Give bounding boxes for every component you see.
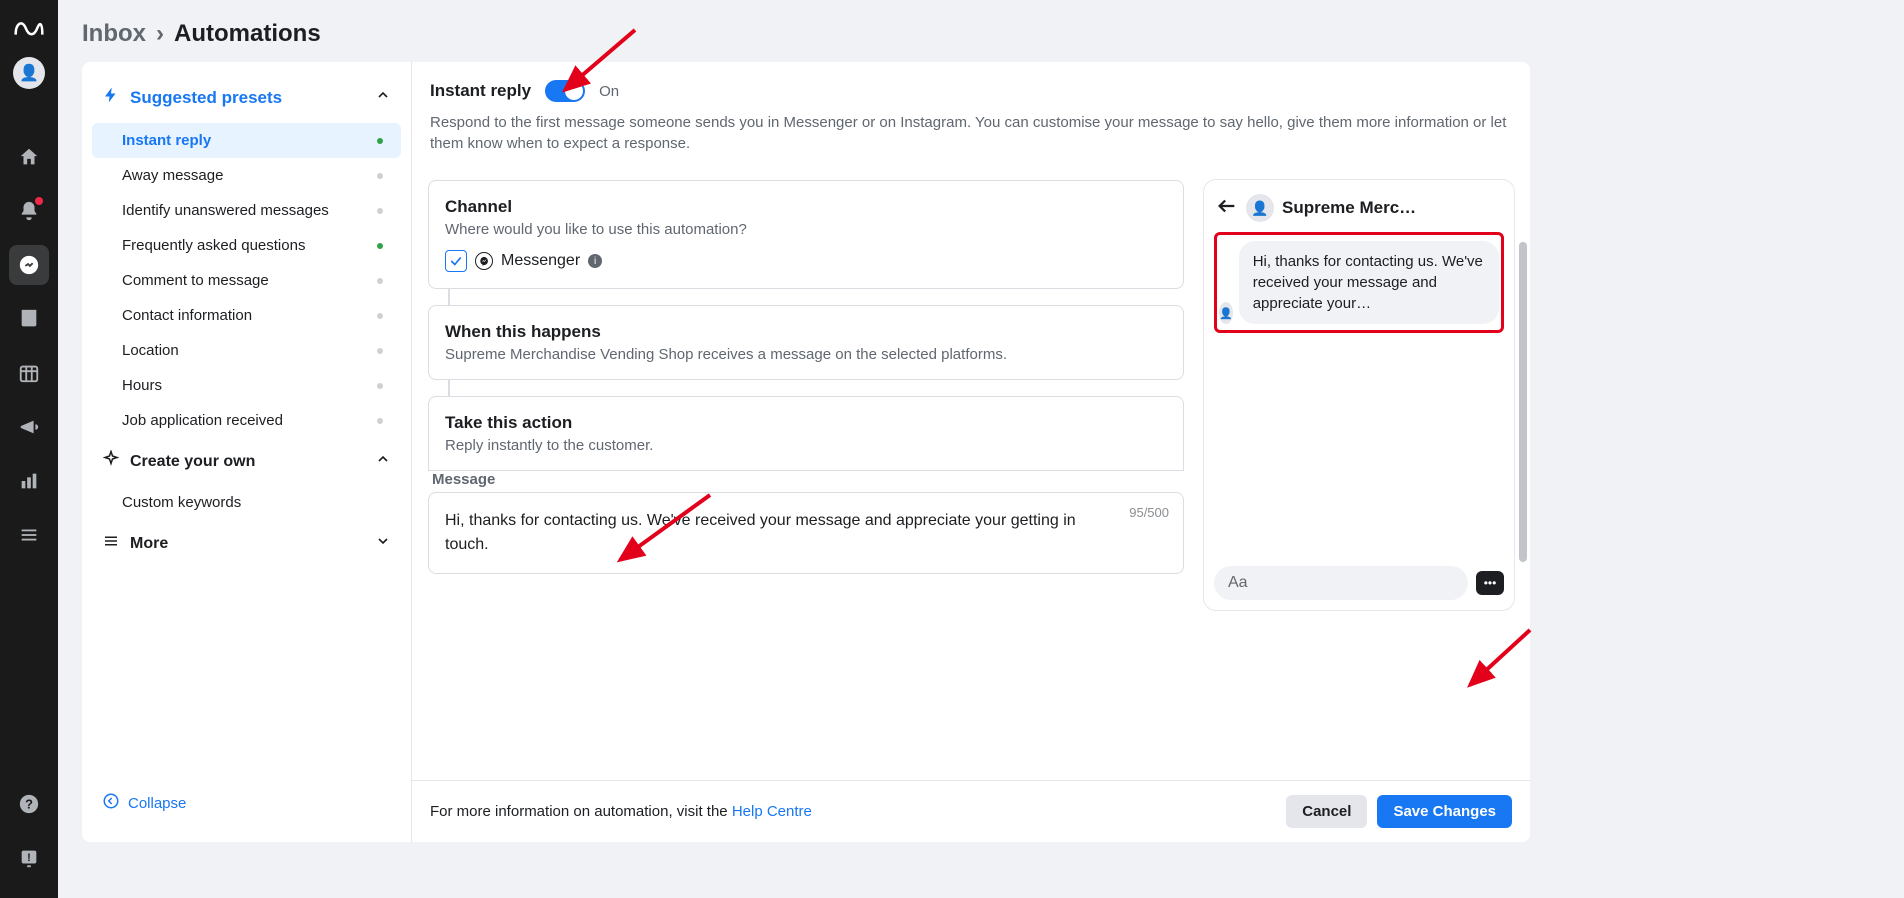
channel-card: Channel Where would you like to use this… <box>428 180 1184 289</box>
create-your-own-header[interactable]: Create your own <box>92 438 401 485</box>
collapse-button[interactable]: Collapse <box>92 782 401 824</box>
status-dot <box>377 313 383 319</box>
messenger-checkbox[interactable] <box>445 250 467 272</box>
inbox-icon[interactable] <box>9 245 49 285</box>
breadcrumb-parent[interactable]: Inbox <box>82 20 146 48</box>
preset-item-instant-reply[interactable]: Instant reply <box>92 123 401 158</box>
save-changes-button[interactable]: Save Changes <box>1377 795 1512 828</box>
calendar-icon[interactable] <box>9 353 49 393</box>
ads-icon[interactable] <box>9 407 49 447</box>
left-rail: 👤 ? ! <box>0 0 58 898</box>
preview-avatar: 👤 <box>1246 194 1274 222</box>
report-icon[interactable]: ! <box>9 838 49 878</box>
channel-label: Messenger <box>501 252 580 270</box>
back-arrow-icon[interactable] <box>1216 195 1238 222</box>
preset-sidebar: Suggested presets Instant replyAway mess… <box>82 62 412 842</box>
status-dot <box>377 348 383 354</box>
svg-text:?: ? <box>25 797 33 812</box>
status-dot <box>377 418 383 424</box>
custom-keywords-item[interactable]: Custom keywords <box>92 485 401 520</box>
preset-item-contact-information[interactable]: Contact information <box>92 298 401 333</box>
insights-icon[interactable] <box>9 461 49 501</box>
info-icon[interactable]: i <box>588 254 602 268</box>
config-description: Respond to the first message someone sen… <box>430 112 1512 154</box>
when-card: When this happens Supreme Merchandise Ve… <box>428 305 1184 380</box>
preset-item-identify-unanswered-messages[interactable]: Identify unanswered messages <box>92 193 401 228</box>
config-title: Instant reply <box>430 81 531 101</box>
toggle-state-label: On <box>599 83 619 100</box>
messenger-icon <box>475 252 493 270</box>
preset-item-hours[interactable]: Hours <box>92 368 401 403</box>
char-counter: 95/500 <box>1129 505 1169 520</box>
message-label: Message <box>432 471 1184 488</box>
preset-item-frequently-asked-questions[interactable]: Frequently asked questions <box>92 228 401 263</box>
send-icon: ••• <box>1476 571 1504 595</box>
collapse-icon <box>102 792 120 814</box>
footer-text: For more information on automation, visi… <box>430 803 812 820</box>
list-icon <box>102 532 120 555</box>
status-dot <box>377 208 383 214</box>
message-input[interactable]: Hi, thanks for contacting us. We've rece… <box>441 505 1171 561</box>
chevron-up-icon <box>375 87 391 108</box>
breadcrumb: Inbox › Automations <box>58 0 1554 62</box>
status-dot <box>377 243 383 249</box>
chevron-down-icon <box>375 533 391 554</box>
status-dot <box>377 278 383 284</box>
preset-item-location[interactable]: Location <box>92 333 401 368</box>
chat-preview: 👤 Supreme Merc… 👤 Hi, thanks for contact… <box>1204 180 1514 610</box>
user-avatar[interactable]: 👤 <box>13 57 45 89</box>
svg-text:!: ! <box>27 852 31 864</box>
home-icon[interactable] <box>9 137 49 177</box>
status-dot <box>377 173 383 179</box>
menu-icon[interactable] <box>9 515 49 555</box>
action-card: Take this action Reply instantly to the … <box>428 396 1184 471</box>
sparkle-icon <box>102 450 120 473</box>
instant-reply-toggle[interactable] <box>545 80 585 102</box>
status-dot <box>377 383 383 389</box>
posts-icon[interactable] <box>9 299 49 339</box>
status-dot <box>377 138 383 144</box>
scrollbar[interactable] <box>1519 242 1527 562</box>
bolt-icon <box>102 86 120 109</box>
more-header[interactable]: More <box>92 520 401 567</box>
message-input-card[interactable]: 95/500 Hi, thanks for contacting us. We'… <box>428 492 1184 574</box>
meta-logo-icon[interactable] <box>14 18 44 43</box>
cancel-button[interactable]: Cancel <box>1286 795 1367 828</box>
preview-highlight: 👤 Hi, thanks for contacting us. We've re… <box>1214 232 1504 333</box>
preset-item-comment-to-message[interactable]: Comment to message <box>92 263 401 298</box>
preview-input-placeholder: Aa <box>1214 566 1468 600</box>
suggested-presets-header[interactable]: Suggested presets <box>92 80 401 123</box>
preset-item-job-application-received[interactable]: Job application received <box>92 403 401 438</box>
help-icon[interactable]: ? <box>9 784 49 824</box>
help-centre-link[interactable]: Help Centre <box>732 803 812 820</box>
preview-message-bubble: Hi, thanks for contacting us. We've rece… <box>1239 241 1499 324</box>
chevron-right-icon: › <box>156 20 164 48</box>
breadcrumb-current: Automations <box>174 20 321 48</box>
preview-page-name: Supreme Merc… <box>1282 198 1416 218</box>
preset-item-away-message[interactable]: Away message <box>92 158 401 193</box>
notifications-icon[interactable] <box>9 191 49 231</box>
bubble-avatar: 👤 <box>1219 302 1233 324</box>
chevron-up-icon <box>375 451 391 472</box>
